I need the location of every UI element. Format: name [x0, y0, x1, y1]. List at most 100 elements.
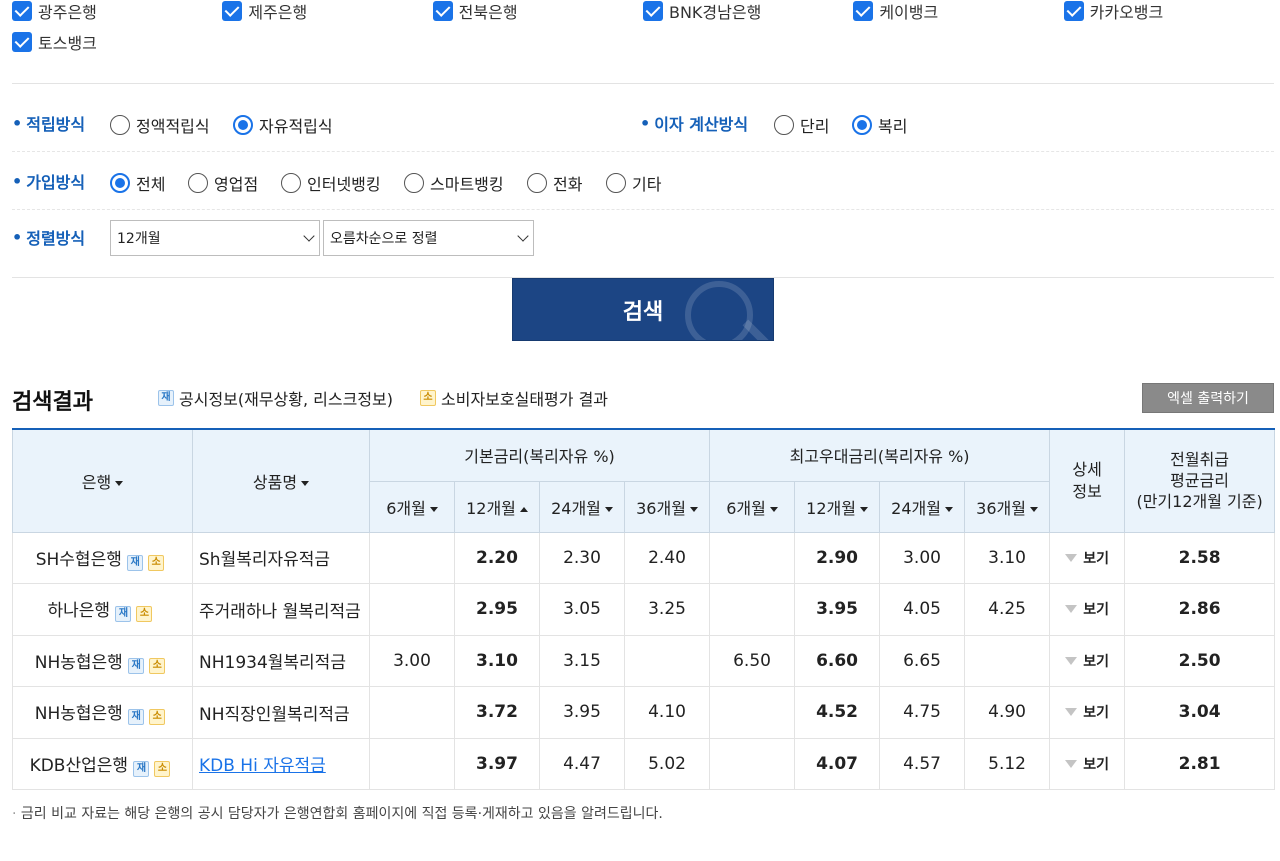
avg-rate-cell: 2.58: [1124, 531, 1276, 584]
radio-icon[interactable]: [404, 173, 424, 193]
radio-selected-icon[interactable]: [852, 115, 872, 135]
disclosure-tag-icon[interactable]: 재: [133, 760, 150, 777]
checkbox-icon[interactable]: [222, 0, 243, 21]
header-base-6m[interactable]: 6개월: [369, 480, 455, 533]
bank-name: KDB산업은행: [29, 755, 129, 776]
radio-icon[interactable]: [527, 173, 547, 193]
sort-order-select[interactable]: 오름차순으로 정렬: [323, 220, 534, 256]
header-base-36m[interactable]: 36개월: [623, 480, 711, 533]
sort-period-select[interactable]: 12개월: [110, 220, 320, 256]
header-label: 6개월: [386, 498, 426, 518]
radio-join-internet[interactable]: 인터넷뱅킹: [281, 171, 381, 195]
view-detail-button[interactable]: 보기: [1049, 686, 1126, 739]
bank-checkbox-kbank[interactable]: 케이뱅크: [853, 0, 1063, 23]
checkbox-icon[interactable]: [432, 0, 453, 21]
rate-cell: 4.05: [879, 583, 966, 636]
consumer-tag-icon[interactable]: 소: [136, 606, 153, 623]
radio-compound-interest[interactable]: 복리: [852, 113, 907, 137]
bank-cell: NH농협은행 재소: [12, 686, 193, 739]
radio-selected-icon[interactable]: [233, 115, 253, 135]
bullet-icon: ·: [12, 806, 17, 822]
legend-consumer-text: 소비자보호실태평가 결과: [441, 390, 609, 409]
radio-icon[interactable]: [774, 115, 794, 135]
magnifier-icon: [685, 281, 753, 340]
disclosure-tag-icon[interactable]: 재: [128, 657, 145, 674]
view-detail-button[interactable]: 보기: [1049, 737, 1126, 790]
header-base-24m[interactable]: 24개월: [539, 480, 625, 533]
radio-icon[interactable]: [110, 115, 130, 135]
rate-cell: 2.20: [454, 531, 540, 584]
excel-export-button[interactable]: 엑셀 출력하기: [1142, 383, 1274, 413]
bank-checkbox-kakaobank[interactable]: 카카오뱅크: [1063, 0, 1274, 23]
checkbox-icon[interactable]: [12, 0, 32, 21]
radio-icon[interactable]: [281, 173, 301, 193]
disclosure-tag-icon[interactable]: 재: [127, 554, 144, 571]
radio-free-savings[interactable]: 자유적립식: [233, 113, 333, 137]
header-label: 상품명: [252, 472, 298, 492]
radio-label: 영업점: [214, 175, 259, 194]
header-max-24m[interactable]: 24개월: [879, 480, 966, 533]
header-product[interactable]: 상품명: [192, 428, 370, 533]
rate-cell: 3.72: [454, 686, 540, 739]
bank-checkbox-tossbank[interactable]: 토스뱅크: [12, 30, 223, 54]
radio-label: 인터넷뱅킹: [307, 175, 381, 194]
view-detail-button[interactable]: 보기: [1049, 531, 1126, 584]
product-link[interactable]: KDB Hi 자유적금: [199, 756, 326, 776]
legend-disclosure-text: 공시정보(재무상황, 리스크정보): [179, 390, 394, 409]
consumer-tag-icon[interactable]: 소: [149, 657, 166, 674]
checkbox-icon[interactable]: [642, 0, 663, 21]
sort-method-title: 정렬방식: [12, 225, 85, 249]
divider: [12, 209, 1274, 210]
header-max-12m[interactable]: 12개월: [794, 480, 881, 533]
table-row: NH농협은행 재소 NH1934월복리적금 3.00 3.10 3.15 6.5…: [12, 634, 1276, 687]
header-label: 36개월: [976, 498, 1026, 518]
consumer-tag-icon[interactable]: 소: [149, 709, 166, 726]
consumer-tag-icon[interactable]: 소: [148, 554, 165, 571]
rate-cell: 4.47: [539, 737, 625, 790]
radio-fixed-savings[interactable]: 정액적립식: [110, 113, 210, 137]
search-button[interactable]: 검색: [512, 278, 774, 341]
radio-join-other[interactable]: 기타: [606, 171, 661, 195]
radio-icon[interactable]: [606, 173, 626, 193]
rate-cell: 2.95: [454, 583, 540, 636]
consumer-tag-icon[interactable]: 소: [154, 760, 171, 777]
sort-down-icon: [1029, 506, 1038, 512]
header-bank[interactable]: 은행: [12, 428, 193, 533]
radio-selected-icon[interactable]: [110, 173, 130, 193]
bank-checkbox-jeonbuk[interactable]: 전북은행: [432, 0, 643, 23]
view-detail-button[interactable]: 보기: [1049, 634, 1126, 687]
header-avg-rate: 전월취급 평균금리 (만기12개월 기준): [1124, 428, 1276, 533]
bank-label: 토스뱅크: [38, 33, 97, 53]
view-label: 보기: [1083, 756, 1109, 773]
view-detail-button[interactable]: 보기: [1049, 583, 1126, 636]
radio-join-smart[interactable]: 스마트뱅킹: [404, 171, 504, 195]
radio-join-branch[interactable]: 영업점: [188, 171, 258, 195]
bank-checkbox-grid: 광주은행 제주은행 전북은행 BNK경남은행 케이뱅크 카카오뱅크 토스뱅크: [12, 0, 1274, 57]
disclosure-tag-icon[interactable]: 재: [128, 709, 145, 726]
header-max-36m[interactable]: 36개월: [964, 480, 1051, 533]
radio-join-phone[interactable]: 전화: [527, 171, 582, 195]
radio-join-all[interactable]: 전체: [110, 171, 165, 195]
rate-cell: [709, 686, 796, 739]
join-method-title: 가입방식: [12, 169, 85, 193]
triangle-down-icon: [1065, 605, 1078, 614]
bank-checkbox-gwangju[interactable]: 광주은행: [12, 0, 222, 23]
triangle-down-icon: [1065, 759, 1078, 768]
rate-cell: 2.40: [623, 531, 711, 584]
rate-cell: 3.05: [539, 583, 625, 636]
radio-simple-interest[interactable]: 단리: [774, 113, 829, 137]
header-max-6m[interactable]: 6개월: [709, 480, 796, 533]
legend-disclosure: 재 공시정보(재무상황, 리스크정보): [158, 386, 393, 410]
checkbox-icon[interactable]: [1063, 0, 1084, 21]
radio-icon[interactable]: [188, 173, 208, 193]
rates-table: 은행 상품명 기본금리(복리자유 %) 최고우대금리(복리자유 %) 상세 정보…: [12, 428, 1276, 790]
checkbox-icon[interactable]: [853, 0, 874, 21]
checkbox-icon[interactable]: [12, 31, 32, 52]
product-name: NH1934월복리적금: [192, 634, 370, 687]
rate-cell: [369, 583, 455, 636]
header-base-12m[interactable]: 12개월: [454, 480, 540, 533]
disclosure-tag-icon[interactable]: 재: [115, 606, 132, 623]
bank-checkbox-bnk-gyeongnam[interactable]: BNK경남은행: [642, 0, 853, 23]
bank-cell: SH수협은행 재소: [12, 531, 193, 584]
bank-checkbox-jeju[interactable]: 제주은행: [222, 0, 432, 23]
